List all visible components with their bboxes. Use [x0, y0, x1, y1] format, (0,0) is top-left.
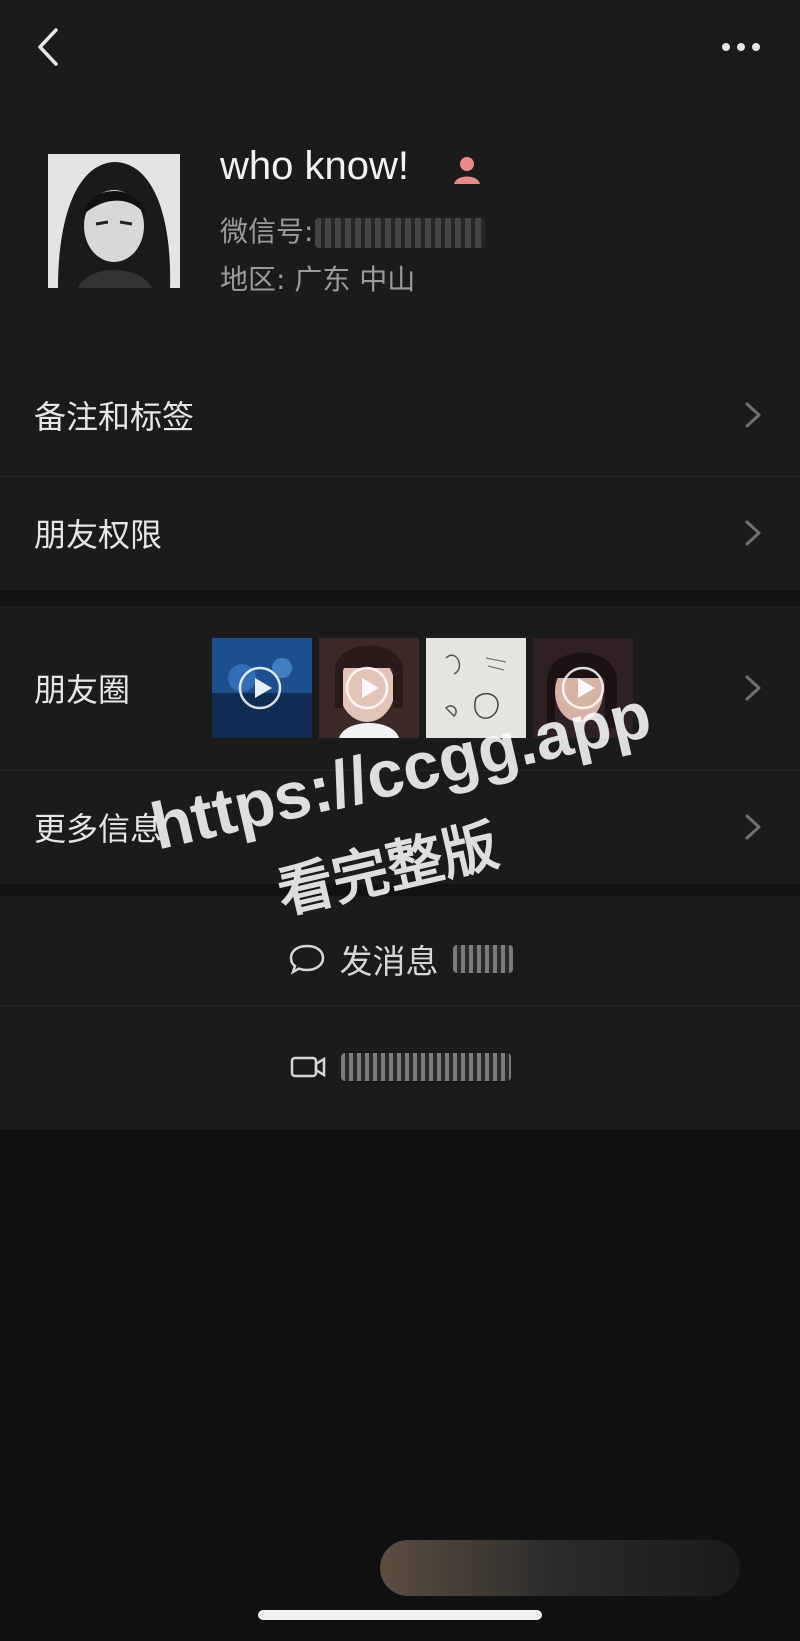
avatar-image	[48, 154, 180, 288]
cell-label: 朋友圈	[34, 671, 131, 709]
female-person-icon	[452, 154, 482, 186]
region-row: 地区: 广东 中山	[220, 258, 415, 298]
watermark: https://ccgg.app 看完整版	[140, 677, 680, 930]
chat-bubble-icon	[288, 942, 326, 976]
send-message-button[interactable]: 发消息	[0, 935, 800, 983]
cell-label: 备注和标签	[34, 398, 195, 436]
blurred-bottom-strip	[380, 1540, 740, 1596]
cell-remarks-tags[interactable]: 备注和标签	[0, 360, 800, 470]
chevron-right-icon	[742, 810, 764, 844]
chevron-left-icon	[38, 28, 58, 66]
region-label: 地区:	[220, 263, 286, 296]
chevron-right-icon	[742, 671, 764, 705]
wechat-id-value-blurred	[315, 218, 486, 248]
wechat-id-row: 微信号:	[220, 210, 486, 250]
send-message-label: 发消息	[339, 942, 439, 981]
divider	[0, 476, 800, 477]
more-button[interactable]	[716, 30, 766, 64]
watermark-line-2: 看完整版	[271, 813, 503, 925]
chevron-right-icon	[742, 516, 764, 550]
video-call-label-blurred	[341, 1053, 511, 1081]
region-value: 广东 中山	[294, 263, 416, 296]
video-call-button[interactable]	[0, 1050, 800, 1088]
wechat-id-label: 微信号:	[220, 215, 314, 248]
section-gap	[0, 590, 800, 606]
nickname: who know!	[220, 144, 409, 188]
blurred-text	[452, 945, 513, 973]
video-camera-icon	[289, 1050, 327, 1084]
home-indicator[interactable]	[258, 1610, 542, 1620]
chevron-right-icon	[742, 398, 764, 432]
divider	[0, 1005, 800, 1006]
avatar[interactable]	[48, 154, 180, 288]
back-button[interactable]	[28, 22, 68, 72]
more-dots-icon	[722, 43, 760, 51]
cell-friend-permissions[interactable]: 朋友权限	[0, 478, 800, 588]
cell-label: 朋友权限	[34, 516, 163, 554]
